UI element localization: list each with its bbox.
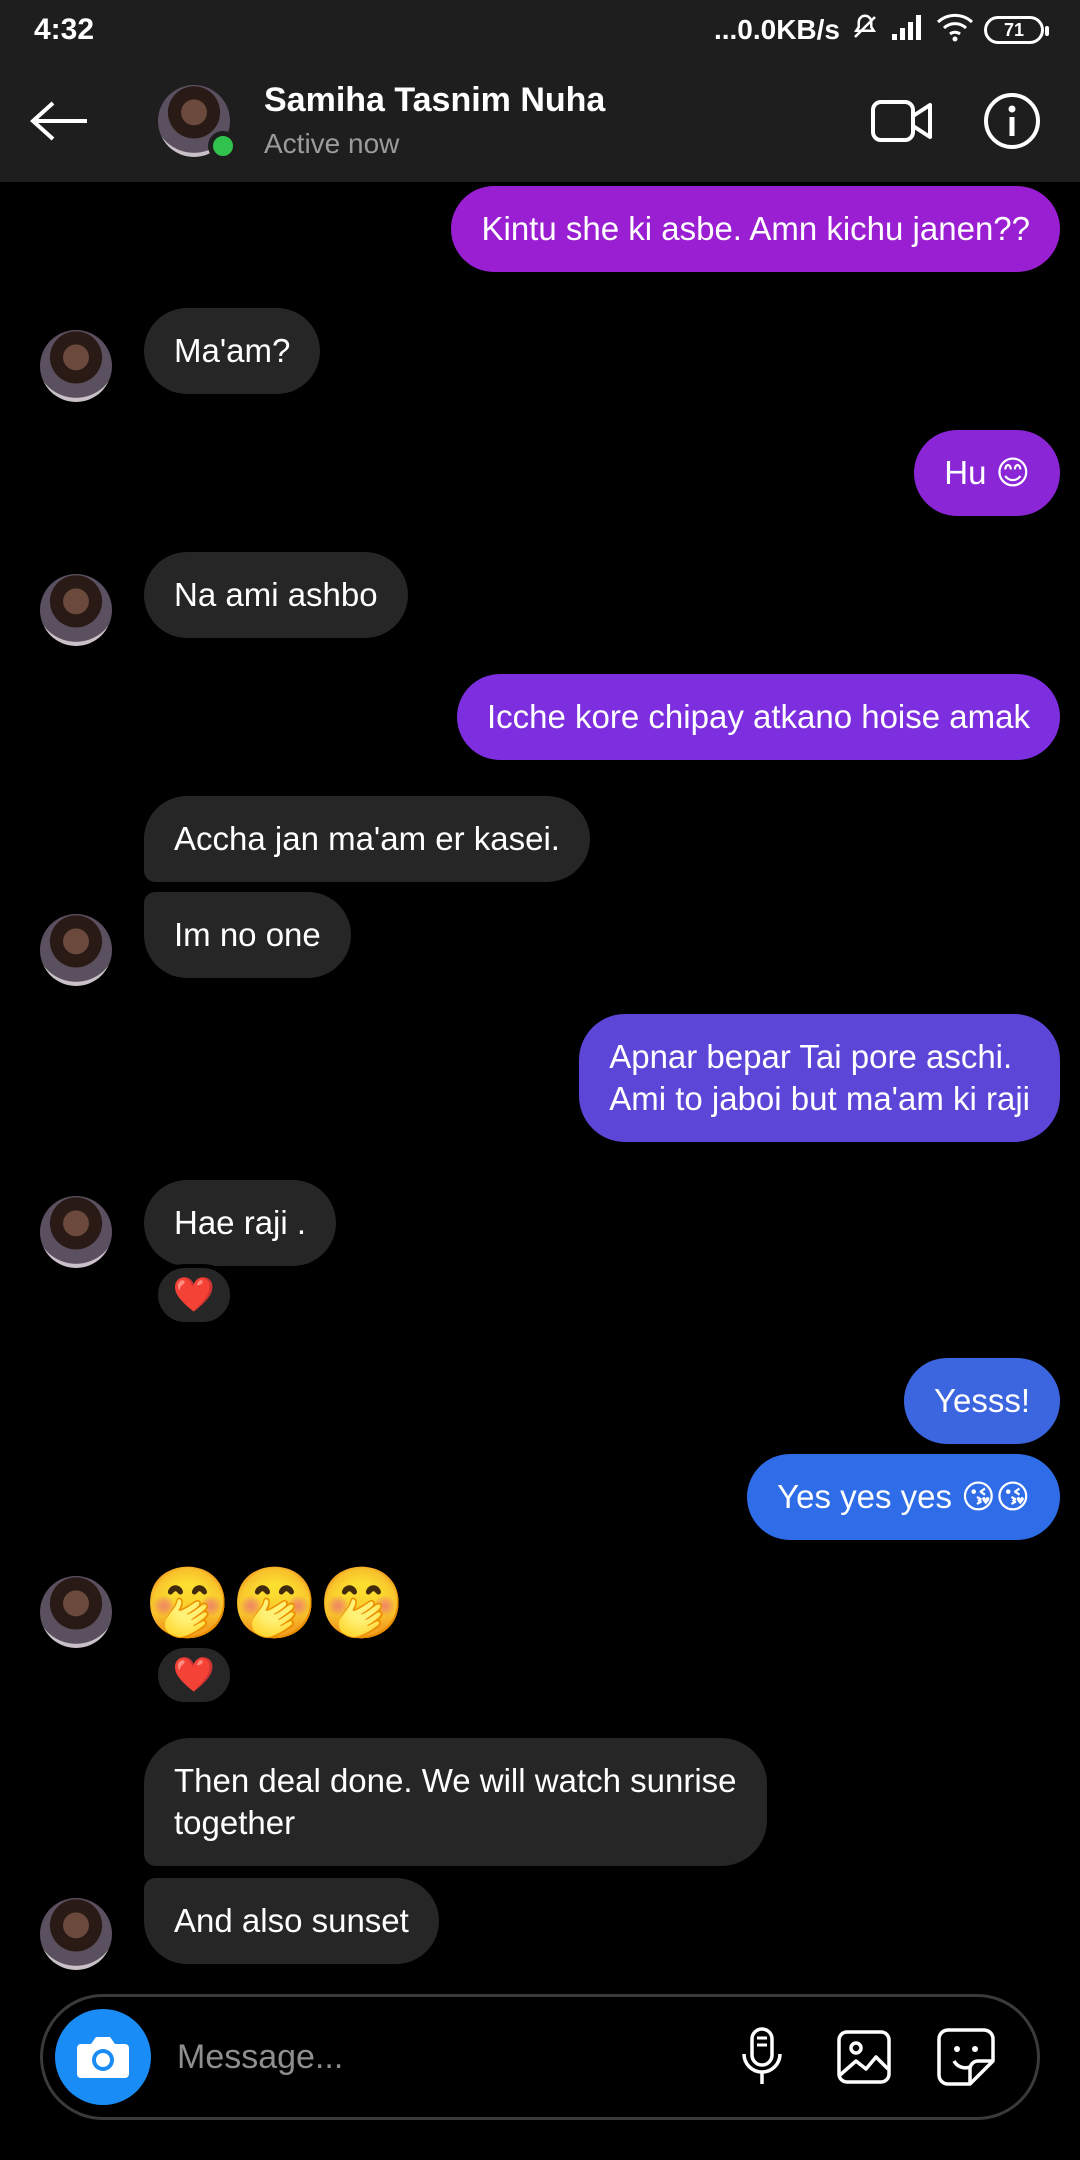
video-call-button[interactable] [852,71,952,171]
contact-avatar-button[interactable] [158,85,238,161]
info-button[interactable] [962,71,1062,171]
camera-button[interactable] [55,2009,151,2105]
info-icon [984,93,1040,149]
battery-icon: 71 [984,16,1049,44]
sender-avatar [40,330,112,402]
back-arrow-icon [30,101,87,141]
message-sent[interactable]: Kintu she ki asbe. Amn kichu janen?? [451,186,1060,272]
contact-name: Samiha Tasnim Nuha [264,81,606,119]
message-input[interactable] [177,2037,717,2077]
sender-avatar [40,574,112,646]
message-line: Then deal done. We will watch sunrise [174,1762,737,1799]
emoji-message[interactable]: 🤭🤭🤭 [144,1558,405,1648]
message-line: Apnar bepar Tai pore aschi. [609,1038,1013,1075]
message-sent[interactable]: Yes yes yes 😘😘 [747,1454,1060,1540]
gallery-button[interactable] [819,2012,909,2102]
message-list[interactable]: Kintu she ki asbe. Amn kichu janen?? Ma'… [0,182,1080,1990]
online-indicator [208,131,238,161]
heart-reaction[interactable]: ❤️ [154,1644,234,1706]
message-sent[interactable]: Hu 😊 [914,430,1060,516]
contact-info[interactable]: Samiha Tasnim Nuha Active now [264,79,852,163]
message-received[interactable]: Accha jan ma'am er kasei. [144,796,590,882]
message-line: Ami to jaboi but ma'am ki raji [609,1080,1030,1117]
mute-bell-icon [850,12,880,49]
message-line: together [174,1804,296,1841]
heart-icon: ❤️ [172,1276,216,1314]
heart-reaction[interactable]: ❤️ [154,1264,234,1326]
message-received[interactable]: Ma'am? [144,308,321,394]
status-bar: 4:32 ...0.0KB/s 71 [0,0,1080,60]
sender-avatar [40,914,112,986]
sender-avatar [40,1898,112,1970]
message-sent[interactable]: Apnar bepar Tai pore aschi. Ami to jaboi… [579,1014,1060,1142]
message-received[interactable]: Na ami ashbo [144,552,408,638]
camera-icon [77,2037,129,2078]
video-camera-icon [871,100,932,142]
sender-avatar [40,1196,112,1268]
sender-avatar [40,1576,112,1648]
sticker-button[interactable] [921,2012,1011,2102]
signal-icon [890,12,926,49]
contact-status: Active now [264,128,400,159]
sticker-icon [937,2028,995,2086]
back-button[interactable] [0,60,120,182]
status-time: 4:32 [34,13,95,46]
message-received[interactable]: Then deal done. We will watch sunrise to… [144,1738,767,1866]
message-received[interactable]: And also sunset [144,1878,439,1964]
network-speed: ...0.0KB/s [713,14,840,45]
message-sent[interactable]: Yesss! [903,1358,1060,1444]
message-received[interactable]: Hae raji . [144,1180,337,1266]
voice-button[interactable] [717,2012,807,2102]
chat-header: Samiha Tasnim Nuha Active now [0,60,1080,182]
image-icon [837,2030,891,2084]
message-sent[interactable]: Icche kore chipay atkano hoise amak [457,674,1060,760]
message-composer [40,1994,1040,2120]
message-received[interactable]: Im no one [144,892,351,978]
heart-icon: ❤️ [172,1656,216,1694]
status-icons: ...0.0KB/s 71 [713,12,1049,49]
wifi-icon [936,12,974,49]
microphone-icon [742,2027,782,2084]
